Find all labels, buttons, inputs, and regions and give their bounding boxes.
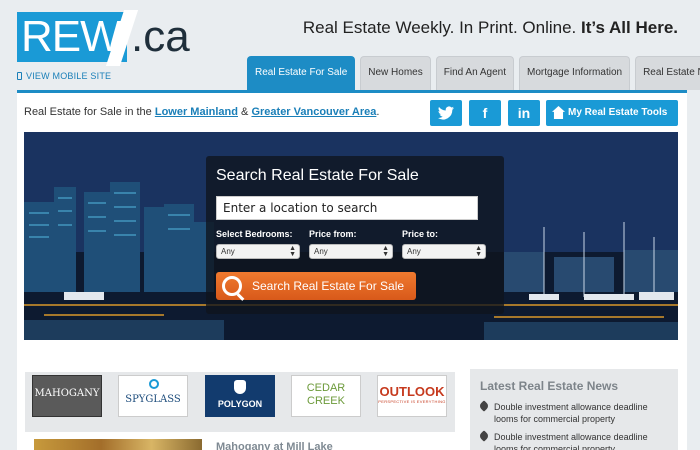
listing-title[interactable]: Mahogany at Mill Lake — [216, 441, 333, 450]
spyglass-logo[interactable]: SPYGLASS — [118, 375, 188, 417]
lion-crest-icon — [234, 380, 246, 394]
main-panel: Real Estate for Sale in the Lower Mainla… — [17, 90, 687, 450]
search-real-estate-button[interactable]: Search Real Estate For Sale — [216, 272, 416, 300]
price-to-select-value: Any — [407, 247, 421, 256]
outlook-logo-text: OUTLOOK — [379, 384, 445, 399]
select-arrows-icon: ▲ ▼ — [289, 245, 296, 258]
cedar-creek-logo[interactable]: CEDAR CREEK — [291, 375, 361, 417]
view-mobile-site-link[interactable]: VIEW MOBILE SITE — [17, 71, 111, 81]
tagline: Real Estate Weekly. In Print. Online. It… — [303, 18, 678, 38]
outlook-logo[interactable]: OUTLOOK PERSPECTIVE IS EVERYTHING — [377, 375, 447, 417]
news-item[interactable]: Double investment allowance deadline loo… — [478, 400, 668, 425]
tools-label: My Real Estate Tools — [568, 107, 668, 118]
pushpin-icon — [478, 430, 490, 442]
facebook-icon: f — [482, 105, 488, 121]
tagline-prefix: Real Estate Weekly. In Print. Online. — [302, 18, 577, 37]
tab-mortgage-information[interactable]: Mortgage Information — [519, 56, 631, 90]
crumb-suffix: . — [376, 106, 380, 118]
featured-developers-strip: MAHOGANY SPYGLASS POLYGON CEDAR CREEK OU… — [25, 372, 455, 432]
hero-banner: Search Real Estate For Sale Enter a loca… — [24, 132, 678, 340]
my-real-estate-tools-button[interactable]: My Real Estate Tools — [546, 100, 678, 126]
crumb-amp: & — [241, 106, 249, 118]
news-item-text: Double investment allowance deadline loo… — [494, 432, 648, 450]
price-from-select-value: Any — [314, 247, 328, 256]
logo-ca-text: .ca — [131, 12, 190, 61]
latest-news-panel: Latest Real Estate News Double investmen… — [470, 369, 678, 450]
price-from-select[interactable]: Any ▲ ▼ — [309, 244, 393, 259]
news-item-text: Double investment allowance deadline loo… — [494, 402, 648, 424]
pushpin-icon — [478, 400, 490, 412]
listing-thumbnail[interactable] — [34, 439, 202, 450]
news-item[interactable]: Double investment allowance deadline loo… — [478, 430, 668, 450]
search-icon — [222, 276, 242, 296]
facebook-button[interactable]: f — [469, 100, 501, 126]
outlook-logo-sub: PERSPECTIVE IS EVERYTHING — [378, 399, 446, 404]
search-widget: Search Real Estate For Sale Enter a loca… — [206, 156, 504, 314]
creek-logo-text: CREEK — [307, 395, 345, 407]
location-search-input[interactable]: Enter a location to search — [216, 196, 478, 220]
view-mobile-site-label: VIEW MOBILE SITE — [26, 71, 112, 81]
tab-real-estate-for-sale[interactable]: Real Estate For Sale — [247, 56, 356, 90]
linkedin-button[interactable]: in — [508, 100, 540, 126]
bedrooms-select-value: Any — [221, 247, 235, 256]
tagline-bold: It’s All Here. — [581, 18, 678, 37]
cedar-logo-text: CEDAR — [306, 382, 346, 394]
mobile-phone-icon — [17, 72, 22, 80]
search-button-label: Search Real Estate For Sale — [252, 279, 405, 293]
main-nav-tabs: Real Estate For Sale New Homes Find An A… — [247, 56, 700, 90]
mahogany-logo-text: MAHOGANY — [34, 388, 100, 399]
tab-new-homes[interactable]: New Homes — [360, 56, 431, 90]
price-from-label: Price from: — [309, 229, 357, 239]
lower-mainland-link[interactable]: Lower Mainland — [155, 106, 238, 118]
twitter-button[interactable] — [430, 100, 462, 126]
select-arrows-icon: ▲ ▼ — [475, 245, 482, 258]
spyglass-ring-icon — [149, 379, 159, 389]
price-to-label: Price to: — [402, 229, 439, 239]
mahogany-logo[interactable]: MAHOGANY — [32, 375, 102, 417]
search-title: Search Real Estate For Sale — [216, 167, 419, 184]
location-breadcrumb: Real Estate for Sale in the Lower Mainla… — [24, 106, 379, 118]
select-arrows-icon: ▲ ▼ — [382, 245, 389, 258]
bedrooms-label: Select Bedrooms: — [216, 229, 293, 239]
tab-real-estate-news[interactable]: Real Estate News — [635, 56, 700, 90]
crumb-prefix: Real Estate for Sale in the — [24, 106, 152, 118]
bedrooms-select[interactable]: Any ▲ ▼ — [216, 244, 300, 259]
spyglass-logo-text: SPYGLASS — [125, 394, 181, 405]
tab-find-an-agent[interactable]: Find An Agent — [435, 56, 515, 90]
rew-logo[interactable]: REW .ca — [17, 10, 190, 66]
polygon-logo-text: POLYGON — [217, 399, 263, 409]
linkedin-icon: in — [517, 105, 531, 121]
twitter-icon — [438, 106, 454, 120]
greater-vancouver-link[interactable]: Greater Vancouver Area — [251, 106, 376, 118]
polygon-logo[interactable]: POLYGON — [205, 375, 275, 417]
news-heading: Latest Real Estate News — [480, 379, 619, 393]
price-to-select[interactable]: Any ▲ ▼ — [402, 244, 486, 259]
house-icon — [552, 106, 565, 119]
